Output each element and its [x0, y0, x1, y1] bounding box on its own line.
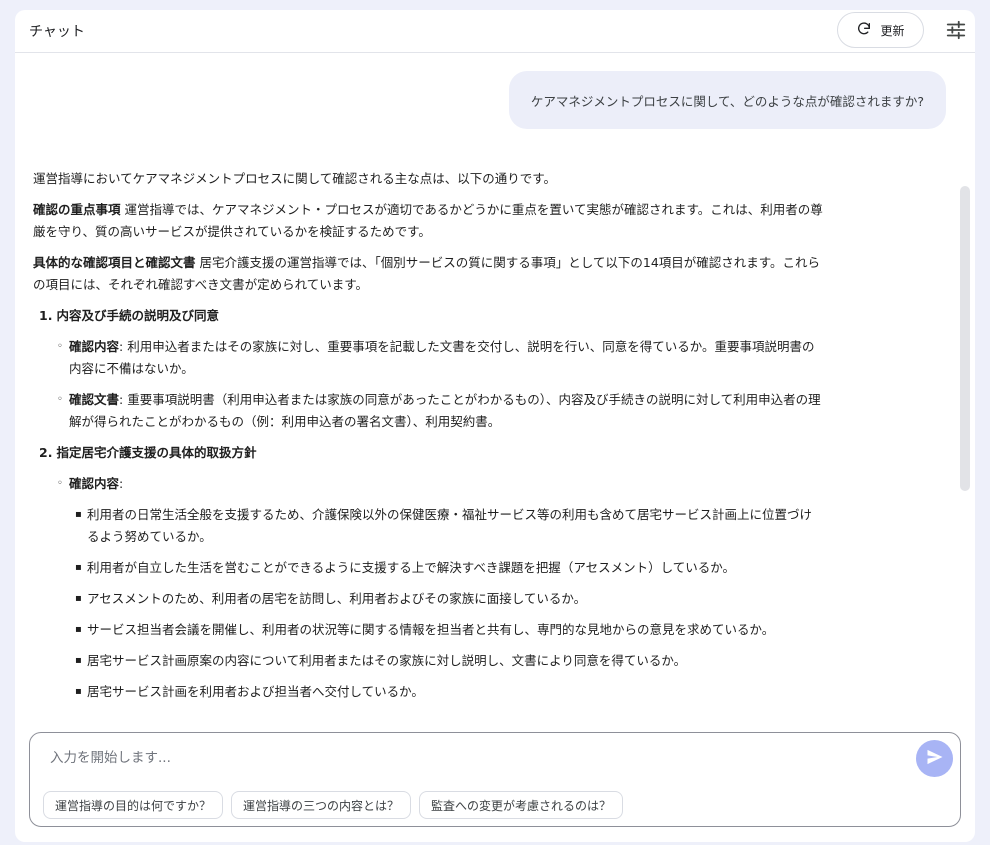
bullet-item: ▪ 利用者が自立した生活を営むことができるように支援する上で解決すべき課題を把握…: [75, 557, 823, 579]
bullet-marker: ▪: [75, 624, 82, 635]
sub-marker: ◦: [57, 341, 63, 352]
list-number: 2.: [39, 445, 53, 460]
list-number: 1.: [39, 308, 53, 323]
scrollbar-thumb[interactable]: [960, 186, 970, 491]
chat-panel: チャット 更新 ケアマネジメントプロセスに関して、どのような点が確認されますか?: [15, 10, 975, 842]
bullet-marker: ▪: [75, 562, 82, 573]
sub-text: : 重要事項説明書（利用申込者または家族の同意があったことがわかるもの）、内容及…: [69, 392, 821, 429]
bullet-marker: ▪: [75, 593, 82, 604]
bullet-text: 利用者の日常生活全般を支援するため、介護保険以外の保健医療・福祉サービス等の利用…: [87, 507, 813, 544]
refresh-icon: [856, 21, 872, 40]
bullet-item: ▪ アセスメントのため、利用者の居宅を訪問し、利用者およびその家族に面接している…: [75, 588, 823, 610]
list-title: 指定居宅介護支援の具体的取扱方針: [56, 445, 257, 460]
answer-specific-paragraph: 具体的な確認項目と確認文書 居宅介護支援の運営指導では、「個別サービスの質に関す…: [33, 252, 823, 296]
refresh-label: 更新: [880, 23, 905, 38]
user-message: ケアマネジメントプロセスに関して、どのような点が確認されますか?: [508, 71, 946, 129]
bullet-item: ▪ 居宅サービス計画を利用者および担当者へ交付しているか。: [75, 681, 823, 703]
suggestion-chips: 運営指導の目的は何ですか？ 運営指導の三つの内容とは？ 監査への変更が考慮される…: [43, 791, 624, 819]
sub-item: ◦ 確認文書: 重要事項説明書（利用申込者または家族の同意があったことがわかるも…: [57, 389, 823, 433]
list-item-2-title: 2. 指定居宅介護支援の具体的取扱方針: [39, 442, 823, 464]
refresh-button[interactable]: 更新: [837, 12, 924, 48]
bullet-marker: ▪: [75, 655, 82, 666]
send-icon: [925, 747, 945, 771]
sub-item: ◦ 確認内容: 利用申込者またはその家族に対し、重要事項を記載した文書を交付し、…: [57, 336, 823, 380]
bullet-marker: ▪: [75, 686, 82, 697]
sub-text: : 利用申込者またはその家族に対し、重要事項を記載した文書を交付し、説明を行い、…: [69, 339, 815, 376]
conversation[interactable]: ケアマネジメントプロセスに関して、どのような点が確認されますか? 運営指導におい…: [15, 54, 975, 732]
list-item-1-title: 1. 内容及び手続の説明及び同意: [39, 305, 823, 327]
sub-marker: ◦: [57, 394, 63, 405]
bullet-item: ▪ 居宅サービス計画原案の内容について利用者またはその家族に対し説明し、文書によ…: [75, 650, 823, 672]
bullet-marker: ▪: [75, 509, 82, 520]
bullet-text: 居宅サービス計画原案の内容について利用者またはその家族に対し説明し、文書により同…: [87, 653, 687, 668]
focus-heading: 確認の重点事項: [33, 202, 121, 217]
sub-label: 確認内容: [69, 339, 120, 354]
sub-item: ◦ 確認内容:: [57, 473, 823, 495]
bullet-text: アセスメントのため、利用者の居宅を訪問し、利用者およびその家族に面接しているか。: [87, 591, 587, 606]
composer: 運営指導の目的は何ですか？ 運営指導の三つの内容とは？ 監査への変更が考慮される…: [29, 732, 961, 827]
sub-label: 確認文書: [69, 392, 120, 407]
focus-text: 運営指導では、ケアマネジメント・プロセスが適切であるかどうかに重点を置いて実態が…: [33, 202, 823, 239]
bullet-item: ▪ 利用者の日常生活全般を支援するため、介護保険以外の保健医療・福祉サービス等の…: [75, 504, 823, 548]
sub-text: :: [119, 476, 124, 491]
specific-heading: 具体的な確認項目と確認文書: [33, 255, 196, 270]
suggestion-chip[interactable]: 運営指導の目的は何ですか？: [43, 791, 224, 819]
send-button[interactable]: [916, 740, 953, 777]
message-input[interactable]: [50, 747, 890, 769]
bullet-text: 利用者が自立した生活を営むことができるように支援する上で解決すべき課題を把握（ア…: [87, 560, 736, 575]
assistant-message: 運営指導においてケアマネジメントプロセスに関して確認される主な点は、以下の通りで…: [33, 168, 823, 712]
suggestion-chip[interactable]: 監査への変更が考慮されるのは？: [419, 791, 624, 819]
sub-label: 確認内容: [69, 476, 120, 491]
bullet-item: ▪ サービス担当者会議を開催し、利用者の状況等に関する情報を担当者と共有し、専門…: [75, 619, 823, 641]
answer-focus-paragraph: 確認の重点事項 運営指導では、ケアマネジメント・プロセスが適切であるかどうかに重…: [33, 199, 823, 243]
answer-intro: 運営指導においてケアマネジメントプロセスに関して確認される主な点は、以下の通りで…: [33, 171, 557, 186]
sub-marker: ◦: [57, 478, 63, 489]
chat-header: チャット 更新: [15, 10, 975, 53]
page-title: チャット: [29, 24, 85, 40]
list-title: 内容及び手続の説明及び同意: [56, 308, 219, 323]
suggestion-chip[interactable]: 運営指導の三つの内容とは？: [231, 791, 412, 819]
tune-icon[interactable]: [945, 19, 967, 41]
bullet-text: 居宅サービス計画を利用者および担当者へ交付しているか。: [87, 684, 424, 699]
bullet-text: サービス担当者会議を開催し、利用者の状況等に関する情報を担当者と共有し、専門的な…: [87, 622, 775, 637]
